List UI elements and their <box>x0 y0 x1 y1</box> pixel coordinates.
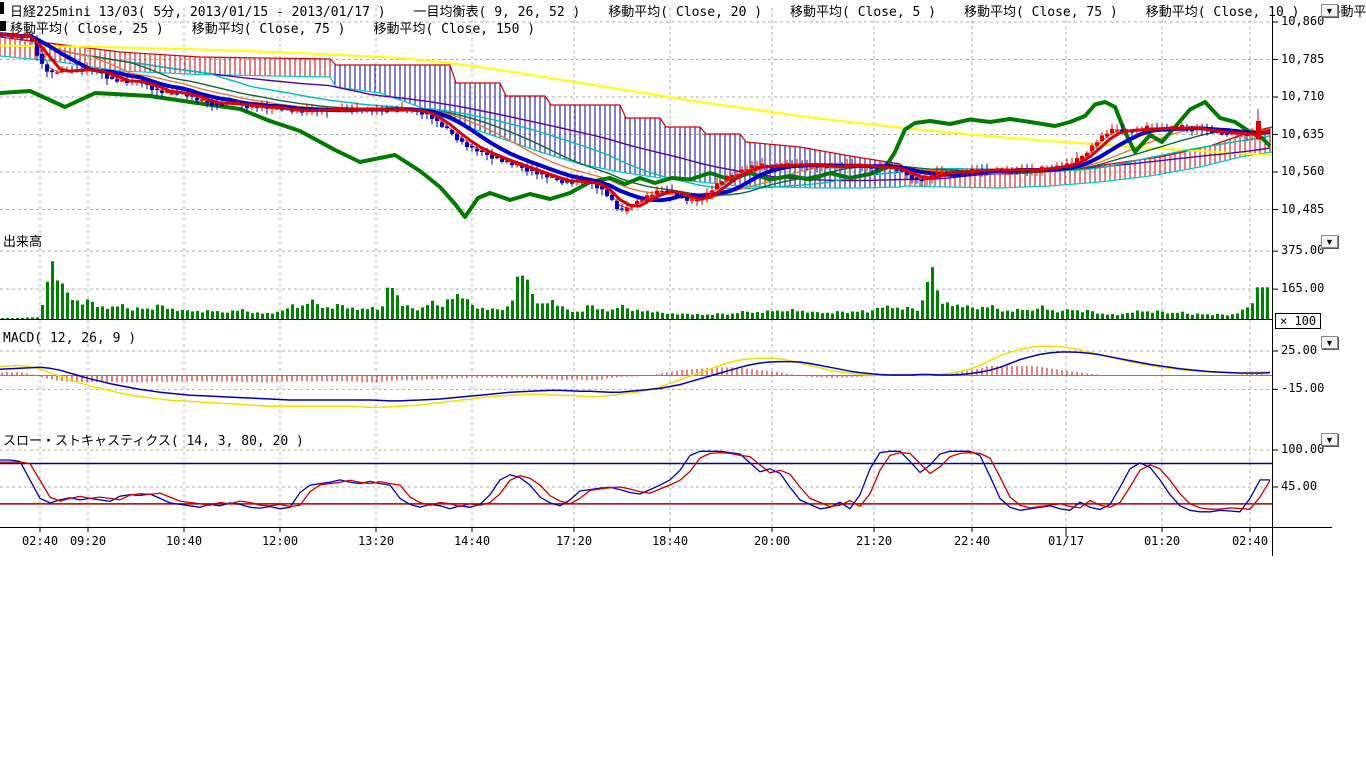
volume-pane-label: 出来高 <box>3 231 42 250</box>
volume-axis-label: 165.00 <box>1281 281 1324 295</box>
pane-dropdown-button-volume[interactable]: ▼ <box>1321 235 1338 248</box>
legend-row2-clipped-glyph <box>0 21 6 31</box>
time-axis-label: 02:40 <box>16 534 64 548</box>
price-axis-label: 10,560 <box>1281 164 1324 178</box>
volume-multiplier-badge: × 100 <box>1275 313 1321 329</box>
chart-canvas <box>0 0 1340 565</box>
price-axis-label: 10,860 <box>1281 14 1324 28</box>
time-axis-label: 21:20 <box>850 534 898 548</box>
pane-dropdown-button-stochastics[interactable]: ▼ <box>1321 433 1338 446</box>
price-axis-label: 10,785 <box>1281 52 1324 66</box>
time-axis-label: 13:20 <box>352 534 400 548</box>
time-axis-label: 20:00 <box>748 534 796 548</box>
time-axis-label: 18:40 <box>646 534 694 548</box>
overlay-legend-row: 移動平均( Close, 25 ) 移動平均( Close, 75 ) 移動平均( … <box>10 18 563 37</box>
legend-item: 移動平均( Close, 5 ) <box>790 5 936 20</box>
pane-dropdown-button-macd[interactable]: ▼ <box>1321 336 1338 349</box>
time-axis-label: 01:20 <box>1138 534 1186 548</box>
price-axis-label: 10,635 <box>1281 127 1324 141</box>
price-axis-label: 10,485 <box>1281 202 1324 216</box>
pane-dropdown-button-price[interactable]: ▼ <box>1321 4 1338 17</box>
volume-axis-label: 375.00 <box>1281 243 1324 257</box>
legend-item: 移動平均( Close, 25 ) <box>10 22 164 37</box>
macd-axis-label: 25.00 <box>1281 343 1317 357</box>
left-edge-marker <box>0 2 4 14</box>
macd-pane-label: MACD( 12, 26, 9 ) <box>3 331 136 346</box>
chart-application-window: 日経225mini 13/03( 5分, 2013/01/15 - 2013/0… <box>0 0 1366 768</box>
time-axis-label: 01/17 <box>1042 534 1090 548</box>
stochastics-pane-label: スロー・ストキャスティクス( 14, 3, 80, 20 ) <box>3 430 304 449</box>
price-axis-label: 10,710 <box>1281 89 1324 103</box>
time-axis-label: 17:20 <box>550 534 598 548</box>
legend-item: 移動平均( Close, 150 ) <box>374 22 536 37</box>
legend-item: 移動平均( Close, 10 ) <box>1146 5 1300 20</box>
legend-item: 移動平均( Close, 20 ) <box>608 5 762 20</box>
time-axis-label: 14:40 <box>448 534 496 548</box>
legend-item: 移動平均( Close, 75 ) <box>192 22 346 37</box>
time-axis-label: 10:40 <box>160 534 208 548</box>
time-axis-label: 09:20 <box>64 534 112 548</box>
time-axis-label: 12:00 <box>256 534 304 548</box>
stochastics-axis-label: 45.00 <box>1281 479 1317 493</box>
stochastics-axis-label: 100.00 <box>1281 442 1324 456</box>
legend-item: 移動平均( Close, 75 ) <box>964 5 1118 20</box>
time-axis-label: 02:40 <box>1226 534 1274 548</box>
macd-axis-label: -15.00 <box>1281 381 1324 395</box>
time-axis-label: 22:40 <box>948 534 996 548</box>
